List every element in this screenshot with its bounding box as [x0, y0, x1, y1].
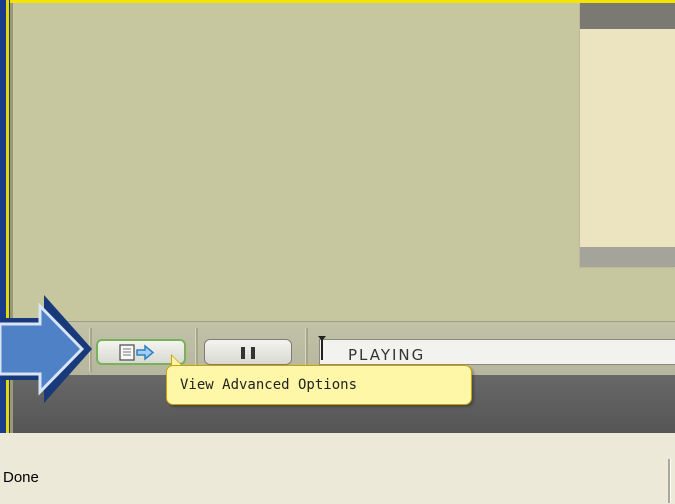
statusbar-top-strip [0, 433, 675, 456]
window-border-left [0, 0, 10, 504]
status-text: Done [3, 469, 39, 486]
status-text-area: Done [0, 455, 675, 504]
tooltip: View Advanced Options [166, 365, 472, 405]
pause-icon [251, 347, 255, 359]
side-panel [580, 3, 675, 267]
browser-window: PLAYING Done View Advanced Options [0, 0, 675, 504]
side-panel-footer [580, 247, 675, 267]
pause-button[interactable] [204, 339, 292, 365]
side-panel-header [580, 3, 675, 29]
callout-arrow-icon [0, 295, 92, 403]
pause-icon [241, 347, 245, 359]
statusbar-separator [668, 459, 671, 503]
video-stage [13, 3, 675, 321]
playback-status-field: PLAYING [319, 339, 675, 365]
browser-statusbar: Done [0, 433, 675, 504]
seek-marker-icon[interactable] [318, 336, 326, 360]
